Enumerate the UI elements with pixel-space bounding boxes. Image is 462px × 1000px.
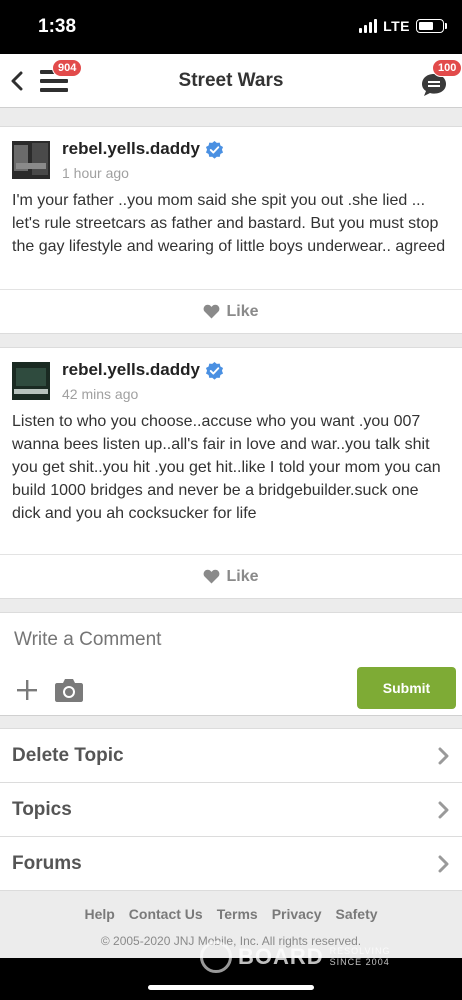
topics-link[interactable]: Topics xyxy=(0,783,462,837)
watermark: BOARD RESOLVING SINCE 2004 xyxy=(200,932,391,982)
footer-link-safety[interactable]: Safety xyxy=(336,906,378,922)
footer-link-contact[interactable]: Contact Us xyxy=(129,906,203,922)
avatar[interactable] xyxy=(12,141,50,179)
status-time: 1:38 xyxy=(38,16,77,37)
verified-badge-icon xyxy=(205,361,224,380)
signal-icon xyxy=(359,19,378,33)
like-label: Like xyxy=(226,302,259,320)
home-indicator[interactable] xyxy=(148,985,314,990)
navbar: 904 Street Wars 100 xyxy=(0,54,462,108)
heart-icon xyxy=(204,569,220,584)
watermark-tagline: RESOLVING SINCE 2004 xyxy=(329,946,391,967)
forums-link[interactable]: Forums xyxy=(0,837,462,891)
network-label: LTE xyxy=(383,18,410,34)
footer-link-privacy[interactable]: Privacy xyxy=(272,906,322,922)
link-label: Delete Topic xyxy=(12,744,124,766)
comment-input[interactable] xyxy=(14,629,444,651)
post-username[interactable]: rebel.yells.daddy xyxy=(62,360,200,380)
post-timestamp: 42 mins ago xyxy=(62,386,139,402)
battery-icon xyxy=(416,19,447,33)
footer-link-help[interactable]: Help xyxy=(84,906,114,922)
like-button[interactable]: Like xyxy=(0,289,462,333)
verified-badge-icon xyxy=(205,140,224,159)
heart-icon xyxy=(204,304,220,319)
chevron-right-icon xyxy=(438,747,449,764)
watermark-logo-icon xyxy=(200,941,232,973)
chevron-right-icon xyxy=(438,855,449,872)
footer-link-terms[interactable]: Terms xyxy=(217,906,258,922)
page-title: Street Wars xyxy=(178,70,284,91)
status-icons: LTE xyxy=(359,18,447,34)
like-button[interactable]: Like xyxy=(0,554,462,598)
chat-badge: 100 xyxy=(432,59,462,77)
link-list: Delete Topic Topics Forums xyxy=(0,728,462,891)
post-timestamp: 1 hour ago xyxy=(62,165,129,181)
post-body: Listen to who you choose..accuse who you… xyxy=(12,413,441,522)
chevron-right-icon xyxy=(438,801,449,818)
post-body: I'm your father ..you mom said she spit … xyxy=(12,192,446,255)
post-card: rebel.yells.daddy 1 hour ago I'm your fa… xyxy=(0,126,462,334)
comment-box: Submit xyxy=(0,612,462,716)
avatar[interactable] xyxy=(12,362,50,400)
link-label: Topics xyxy=(12,798,72,820)
status-bar: 1:38 LTE xyxy=(0,0,462,54)
submit-button[interactable]: Submit xyxy=(357,667,456,709)
post-username[interactable]: rebel.yells.daddy xyxy=(62,139,200,159)
delete-topic-link[interactable]: Delete Topic xyxy=(0,729,462,783)
like-label: Like xyxy=(226,567,259,585)
footer-links: Help Contact Us Terms Privacy Safety xyxy=(0,906,462,922)
post-card: rebel.yells.daddy 42 mins ago Listen to … xyxy=(0,347,462,599)
add-icon[interactable] xyxy=(16,679,38,701)
camera-icon[interactable] xyxy=(54,677,84,703)
link-label: Forums xyxy=(12,852,82,874)
watermark-name: BOARD xyxy=(238,944,324,969)
